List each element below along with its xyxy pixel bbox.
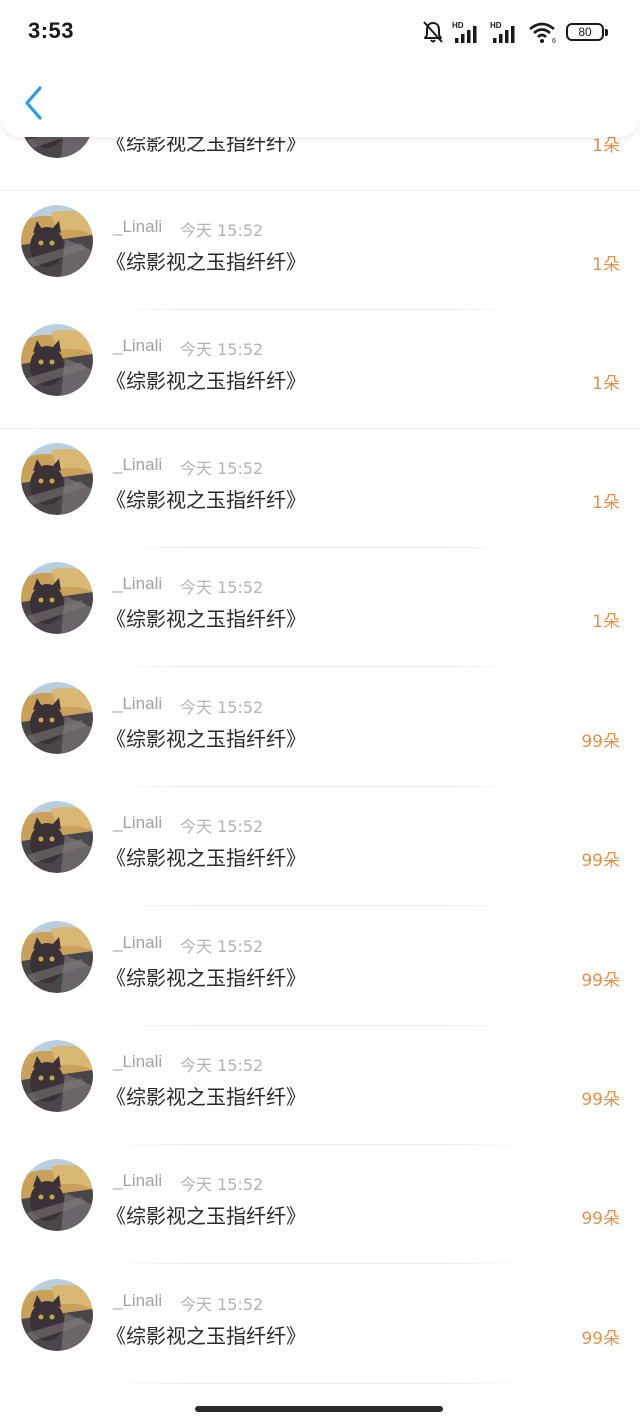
- list-item[interactable]: _Linali 今天 15:52 《综影视之玉指纤纤》 1朵: [0, 548, 640, 667]
- avatar-image: [21, 443, 93, 515]
- list-item[interactable]: _Linali 今天 15:52 《综影视之玉指纤纤》 1朵: [0, 429, 640, 548]
- status-time: 3:53: [28, 18, 75, 43]
- avatar-image: [21, 682, 93, 754]
- avatar-image: [21, 921, 93, 993]
- timestamp: 今天 15:52: [180, 578, 264, 597]
- avatar-image: [21, 1159, 93, 1231]
- timestamp: 今天 15:52: [180, 340, 264, 359]
- timestamp: 今天 15:52: [180, 1175, 264, 1194]
- chevron-left-icon: [25, 86, 42, 120]
- avatar[interactable]: [21, 1279, 93, 1351]
- avatar[interactable]: [21, 1159, 93, 1231]
- timestamp: 今天 15:52: [180, 1295, 264, 1314]
- timestamp: 今天 15:52: [180, 221, 264, 240]
- list-item[interactable]: _Linali 今天 15:52 《综影视之玉指纤纤》 99朵: [0, 668, 640, 787]
- gift-amount: 1朵: [592, 255, 620, 275]
- battery-level: 80: [578, 25, 592, 39]
- list-item[interactable]: _Linali 今天 15:52 《综影视之玉指纤纤》 99朵: [0, 1265, 640, 1384]
- user-name: _Linali: [113, 1291, 163, 1310]
- screen: 《综影视之玉指纤纤》 1朵 _Linali 今天 15:52 《综影视之玉指纤纤…: [0, 0, 640, 1422]
- user-name: _Linali: [113, 1171, 163, 1190]
- avatar[interactable]: [21, 443, 93, 515]
- user-name: _Linali: [113, 574, 163, 593]
- book-title: 《综影视之玉指纤纤》: [106, 1085, 306, 1109]
- timestamp: 今天 15:52: [180, 937, 264, 956]
- avatar-image: [21, 324, 93, 396]
- timestamp: 今天 15:52: [180, 1056, 264, 1075]
- gift-amount: 1朵: [592, 374, 620, 394]
- divider: [105, 1263, 528, 1264]
- top-bar: 3:53 HD HD 6 80: [0, 0, 640, 137]
- gift-amount: 99朵: [581, 732, 620, 752]
- user-name: _Linali: [113, 336, 163, 355]
- book-title: 《综影视之玉指纤纤》: [106, 369, 306, 393]
- timestamp: 今天 15:52: [180, 459, 264, 478]
- book-title: 《综影视之玉指纤纤》: [106, 846, 306, 870]
- avatar-image: [21, 1279, 93, 1351]
- book-title: 《综影视之玉指纤纤》: [106, 1204, 306, 1228]
- gift-amount: 99朵: [581, 1209, 620, 1229]
- list-item[interactable]: _Linali 今天 15:52 《综影视之玉指纤纤》 99朵: [0, 907, 640, 1026]
- divider: [105, 666, 528, 667]
- list-item[interactable]: _Linali 今天 15:52 《综影视之玉指纤纤》 99朵: [0, 787, 640, 906]
- avatar[interactable]: [21, 921, 93, 993]
- bell-mute-icon: [423, 21, 443, 43]
- gift-amount: 1朵: [592, 612, 620, 632]
- avatar[interactable]: [21, 562, 93, 634]
- list-item[interactable]: _Linali 今天 15:52 《综影视之玉指纤纤》 99朵: [0, 1145, 640, 1264]
- avatar[interactable]: [21, 205, 93, 277]
- user-name: _Linali: [113, 813, 163, 832]
- avatar-image: [21, 1040, 93, 1112]
- user-name: _Linali: [113, 1052, 163, 1071]
- avatar[interactable]: [21, 801, 93, 873]
- hd-signal-icon: HD: [490, 21, 515, 43]
- list-item[interactable]: _Linali 今天 15:52 《综影视之玉指纤纤》 99朵: [0, 1026, 640, 1145]
- battery-icon: 80: [566, 23, 608, 41]
- gift-amount: 99朵: [581, 1090, 620, 1110]
- wifi-icon: 6: [529, 22, 556, 44]
- divider: [105, 905, 528, 906]
- user-name: _Linali: [113, 455, 163, 474]
- home-indicator[interactable]: [195, 1406, 443, 1412]
- svg-text:6: 6: [552, 38, 556, 44]
- user-name: _Linali: [113, 933, 163, 952]
- book-title: 《综影视之玉指纤纤》: [106, 1324, 306, 1348]
- status-icons: HD HD 6 80: [422, 18, 608, 46]
- timestamp: 今天 15:52: [180, 817, 264, 836]
- user-name: _Linali: [113, 694, 163, 713]
- back-button[interactable]: [18, 82, 52, 124]
- list-item[interactable]: _Linali 今天 15:52 《综影视之玉指纤纤》 1朵: [0, 191, 640, 310]
- gift-amount: 1朵: [592, 493, 620, 513]
- book-title: 《综影视之玉指纤纤》: [106, 966, 306, 990]
- avatar-image: [21, 562, 93, 634]
- avatar[interactable]: [21, 682, 93, 754]
- avatar[interactable]: [21, 324, 93, 396]
- gift-amount: 99朵: [581, 851, 620, 871]
- svg-text:HD: HD: [490, 21, 502, 30]
- avatar[interactable]: [21, 1040, 93, 1112]
- avatar-image: [21, 801, 93, 873]
- book-title: 《综影视之玉指纤纤》: [106, 727, 306, 751]
- gift-amount: 99朵: [581, 1329, 620, 1349]
- hd-signal-icon: HD: [452, 21, 477, 43]
- gift-amount: 99朵: [581, 971, 620, 991]
- avatar-image: [21, 205, 93, 277]
- book-title: 《综影视之玉指纤纤》: [106, 488, 306, 512]
- book-title: 《综影视之玉指纤纤》: [106, 607, 306, 631]
- divider: [105, 1383, 528, 1384]
- book-title: 《综影视之玉指纤纤》: [106, 250, 306, 274]
- svg-text:HD: HD: [452, 21, 464, 30]
- timestamp: 今天 15:52: [180, 698, 264, 717]
- user-name: _Linali: [113, 217, 163, 236]
- list-item[interactable]: _Linali 今天 15:52 《综影视之玉指纤纤》 1朵: [0, 310, 640, 429]
